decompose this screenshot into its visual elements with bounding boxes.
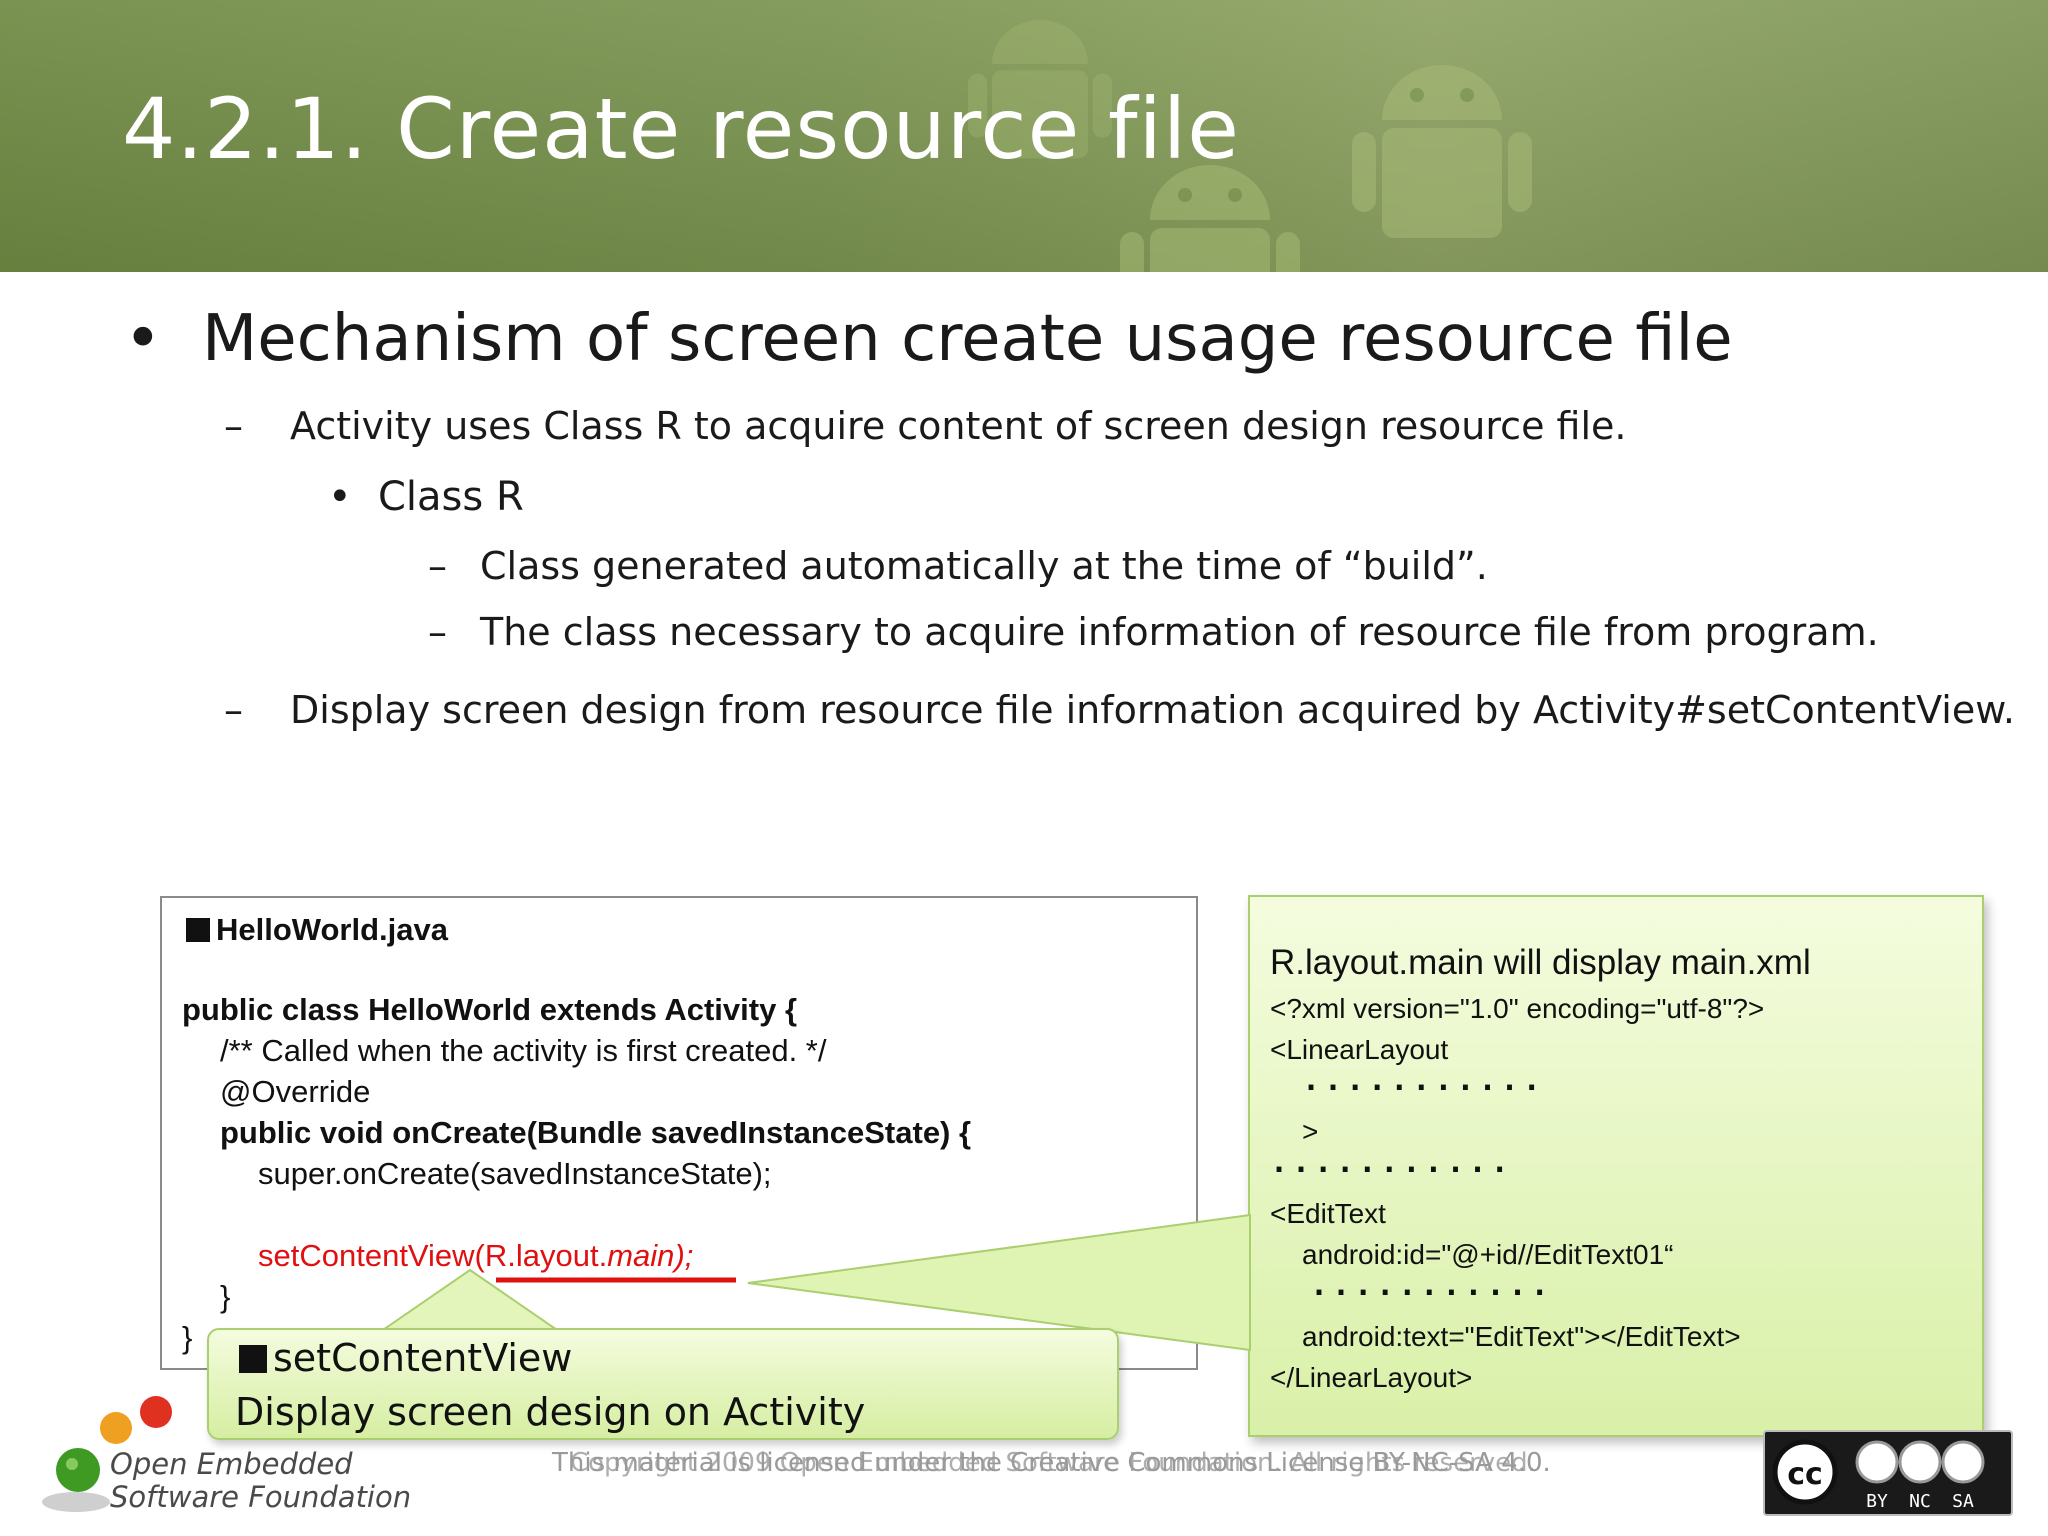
by-icon bbox=[1855, 1440, 1899, 1484]
square-bullet-icon bbox=[239, 1345, 267, 1373]
cc-label: NC bbox=[1909, 1491, 1931, 1512]
callout-text: Display screen design on Activity bbox=[235, 1390, 866, 1434]
nc-icon bbox=[1898, 1440, 1942, 1484]
copyright-text: Copyright 2009 Open Embedded Software Fo… bbox=[570, 1448, 1536, 1478]
cc-icons: cc BY NC SA bbox=[1772, 1439, 1985, 1512]
callout-box: setContentView Display screen design on … bbox=[207, 1328, 1119, 1440]
callout-title: setContentView bbox=[239, 1336, 572, 1380]
callout-pointers bbox=[376, 1213, 1251, 1352]
cc-mark: cc bbox=[1787, 1457, 1823, 1492]
cc-license-badge: cc BY NC SA bbox=[1763, 1430, 2013, 1516]
logo-text: Open Embedded Software Foundation bbox=[110, 1447, 412, 1514]
cc-label: BY bbox=[1866, 1491, 1888, 1512]
cc-label: SA bbox=[1952, 1491, 1974, 1512]
sa-icon bbox=[1941, 1440, 1985, 1484]
